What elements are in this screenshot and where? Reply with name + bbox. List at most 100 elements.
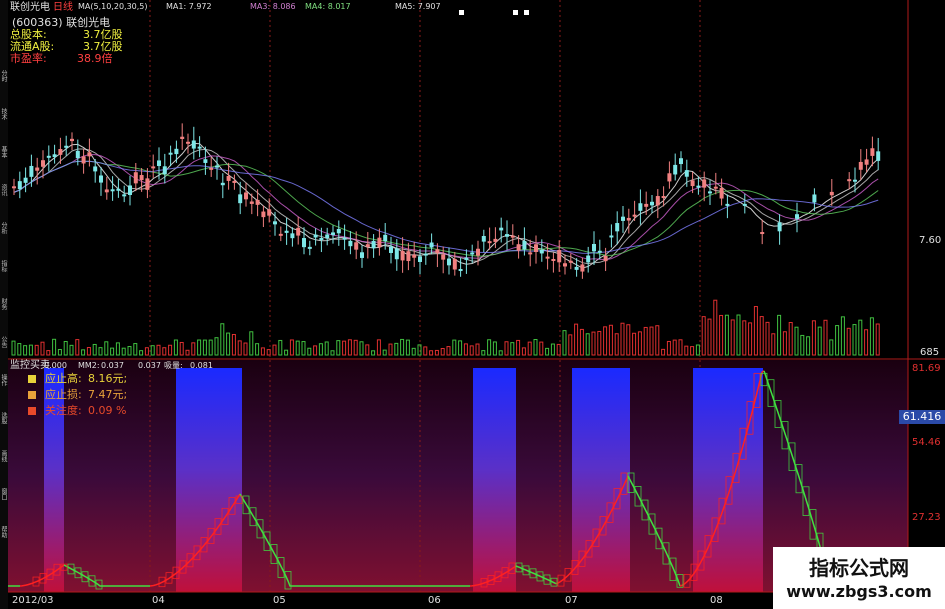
sidebar-tab[interactable]: 分时	[0, 70, 8, 98]
period-label[interactable]: 日线	[53, 3, 73, 13]
ma5-value: MA5: 7.907	[395, 2, 441, 11]
candle-body	[383, 234, 388, 242]
sidebar-tab[interactable]: 指标	[0, 260, 8, 288]
candle-body	[296, 227, 301, 236]
candle-body	[348, 240, 353, 247]
candle-body	[174, 148, 179, 155]
sidebar-tab[interactable]: 财务	[0, 298, 8, 326]
candle-body	[104, 189, 109, 193]
indicator-v3: 0.037	[138, 361, 161, 370]
indicator-v4: 0.081	[190, 361, 213, 370]
sidebar-tab[interactable]: 基本	[0, 146, 8, 174]
candle-body	[574, 266, 579, 270]
sidebar-tab[interactable]: 资讯	[0, 184, 8, 212]
candle-body	[615, 223, 620, 232]
sidebar-tab[interactable]: 分析	[0, 222, 8, 250]
candle-body	[777, 222, 782, 232]
legend-value-focus: 0.09 %	[88, 404, 127, 417]
marker-square	[524, 10, 529, 15]
candle-body	[568, 260, 573, 263]
candle-body	[696, 185, 701, 188]
price-tick: 7.60	[919, 235, 942, 246]
stock-chart-window: 分时 技术 基本 资讯 分析 指标 财务 公告 操作 选股 画线 窗口 帮助 联创光电 日线 MA(5,…	[0, 0, 945, 609]
candle-body	[238, 194, 243, 204]
sidebar-tab[interactable]: 公告	[0, 336, 8, 364]
candle-body	[795, 214, 799, 219]
candle-body	[290, 233, 295, 239]
candle-body	[644, 203, 649, 207]
candle-body	[858, 161, 863, 170]
total-shares-value: 3.7亿股	[83, 28, 123, 41]
candle-body	[487, 241, 492, 244]
legend-label-focus: 关注度:	[45, 404, 82, 417]
float-shares-value: 3.7亿股	[83, 40, 123, 53]
candle-body	[168, 152, 173, 155]
candle-body	[93, 166, 98, 172]
candle-body	[609, 235, 614, 238]
date-label: 08	[710, 595, 723, 606]
sidebar-tab[interactable]: 技术	[0, 108, 8, 136]
candle-body	[145, 178, 150, 190]
candle-body	[661, 196, 666, 199]
candle-body	[41, 160, 45, 167]
candle-body	[580, 264, 585, 272]
candle-body	[81, 156, 86, 164]
candle-body	[603, 255, 608, 262]
marker-square	[459, 10, 464, 15]
stock-code-line: (600363) 联创光电	[12, 16, 111, 29]
candle-body	[197, 146, 202, 149]
candle-body	[638, 203, 643, 211]
candle-body	[319, 237, 324, 240]
signal-band	[44, 368, 64, 592]
sidebar-tab[interactable]: 画线	[0, 450, 8, 478]
candle-body	[708, 191, 712, 194]
candle-body	[713, 186, 718, 189]
sidebar-tab[interactable]: 操作	[0, 374, 8, 402]
candle-body	[46, 155, 51, 158]
candle-body	[12, 186, 16, 189]
sidebar-tab[interactable]: 窗口	[0, 488, 8, 516]
candle-body	[336, 228, 341, 234]
indicator-v2: 0.037	[101, 361, 124, 370]
candle-body	[586, 255, 591, 263]
candle-body	[539, 249, 544, 254]
candle-body	[719, 187, 724, 199]
watermark: 指标公式网 www.zbgs3.com	[773, 547, 945, 609]
candle-body	[452, 259, 457, 270]
candle-body	[70, 138, 74, 142]
candle-body	[551, 258, 556, 261]
candle-body	[261, 211, 266, 218]
candle-body	[151, 166, 156, 169]
candle-body	[255, 199, 260, 205]
candle-body	[139, 175, 144, 181]
indicator-v2-label: MM2:	[78, 361, 100, 370]
candle-body	[58, 149, 63, 155]
indicator-v1: 0.000	[44, 361, 67, 370]
candle-body	[389, 246, 393, 253]
legend-swatch-high	[28, 375, 36, 383]
candle-body	[597, 250, 602, 253]
candle-body	[17, 181, 22, 190]
candle-body	[679, 158, 683, 165]
candle-body	[725, 203, 730, 206]
sidebar-tab[interactable]: 选股	[0, 412, 8, 440]
sidebar-tab[interactable]: 帮助	[0, 526, 8, 554]
chart-canvas[interactable]	[0, 0, 945, 609]
ma1-value: MA1: 7.972	[166, 2, 212, 11]
candle-body	[528, 252, 533, 255]
candle-body	[667, 173, 672, 182]
candle-body	[371, 240, 376, 249]
candle-body	[244, 192, 248, 200]
float-shares-label: 流通A股:	[10, 40, 55, 53]
candle-body	[742, 203, 747, 206]
candle-body	[470, 252, 475, 255]
total-shares-label: 总股本:	[10, 28, 47, 41]
candle-body	[870, 148, 875, 156]
ind-tick-top: 81.69	[912, 363, 941, 374]
left-sidebar: 分时技术基本资讯分析指标财务公告操作选股画线窗口帮助	[0, 0, 8, 609]
candle-body	[325, 234, 330, 239]
candle-body	[400, 250, 405, 261]
candle-body	[621, 216, 625, 221]
candle-body	[180, 136, 185, 139]
current-value-box: 61.416	[899, 410, 945, 424]
